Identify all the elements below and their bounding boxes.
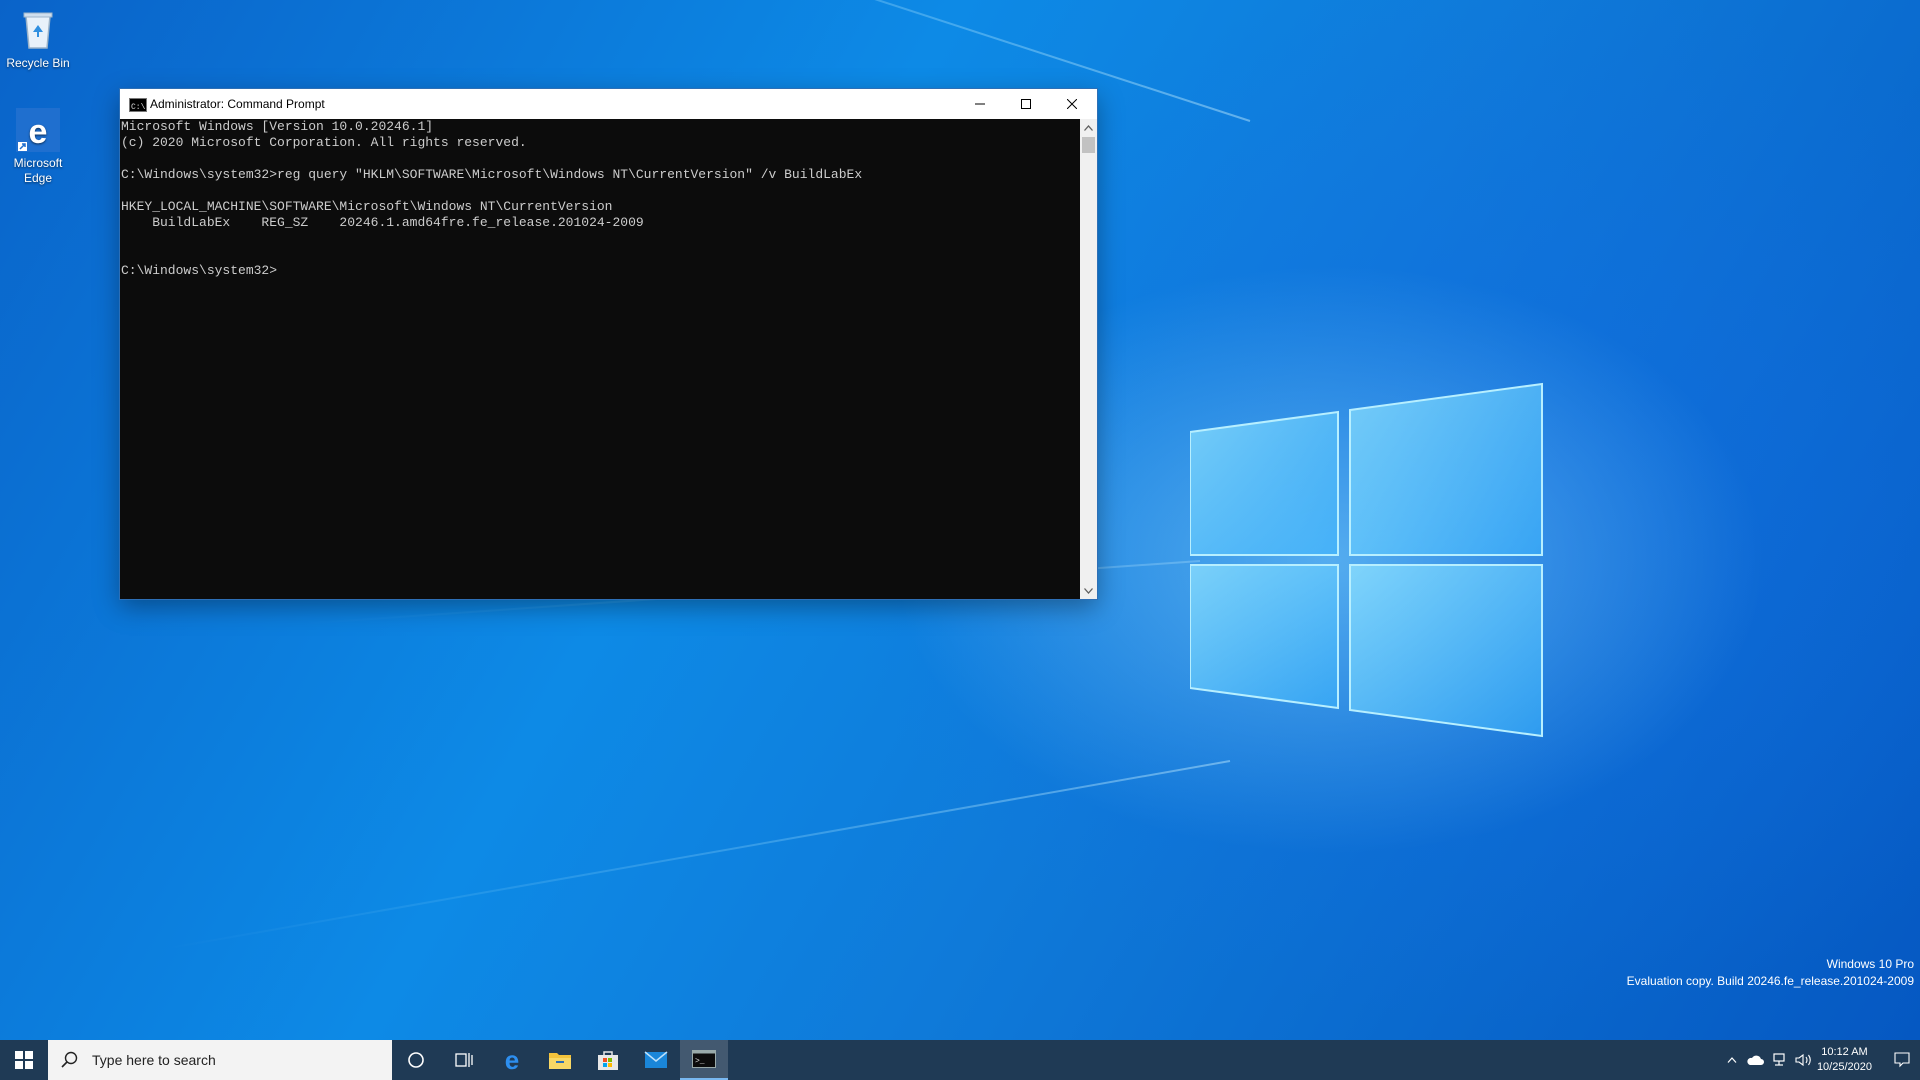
mail-icon xyxy=(644,1051,668,1068)
command-prompt-window[interactable]: C:\ Administrator: Command Prompt Micros… xyxy=(120,89,1097,599)
search-placeholder: Type here to search xyxy=(92,1052,216,1068)
scroll-up-button[interactable] xyxy=(1080,119,1097,136)
minimize-icon xyxy=(975,103,985,105)
windows-logo xyxy=(1190,382,1543,738)
taskbar-file-explorer-button[interactable] xyxy=(536,1040,584,1080)
desktop: Recycle Bin e Microsoft Edge C:\ Adminis… xyxy=(0,0,1920,1040)
close-icon xyxy=(1067,99,1077,109)
console-output[interactable]: Microsoft Windows [Version 10.0.20246.1]… xyxy=(120,119,1080,599)
network-button[interactable] xyxy=(1767,1040,1791,1080)
start-button[interactable] xyxy=(0,1040,48,1080)
cortana-icon xyxy=(408,1052,424,1068)
scroll-thumb[interactable] xyxy=(1082,137,1095,153)
svg-text:>_: >_ xyxy=(695,1057,705,1066)
onedrive-button[interactable] xyxy=(1743,1040,1767,1080)
speaker-icon xyxy=(1795,1053,1811,1067)
taskbar-clock[interactable]: 10:12 AM 10/25/2020 xyxy=(1817,1045,1872,1075)
desktop-icon-recycle-bin[interactable]: Recycle Bin xyxy=(0,8,76,71)
svg-text:e: e xyxy=(505,1048,519,1072)
search-icon xyxy=(61,1051,78,1068)
taskbar-edge-button[interactable]: e xyxy=(488,1040,536,1080)
taskbar-cortana-button[interactable] xyxy=(392,1040,440,1080)
maximize-icon xyxy=(1021,99,1031,109)
desktop-icon-label: Microsoft Edge xyxy=(13,156,63,185)
chevron-down-icon xyxy=(1084,587,1093,594)
maximize-button[interactable] xyxy=(1003,89,1049,119)
desktop-icon-label: Recycle Bin xyxy=(6,56,70,70)
command-prompt-icon: C:\ xyxy=(129,98,147,112)
watermark-build: Evaluation copy. Build 20246.fe_release.… xyxy=(1626,974,1914,988)
window-titlebar[interactable]: C:\ Administrator: Command Prompt xyxy=(120,89,1097,119)
network-icon xyxy=(1773,1053,1785,1066)
evaluation-watermark: Windows 10 Pro Evaluation copy. Build 20… xyxy=(1627,956,1914,990)
chevron-up-icon xyxy=(1727,1057,1737,1063)
edge-icon: e xyxy=(16,108,60,152)
taskbar-store-button[interactable] xyxy=(584,1040,632,1080)
windows-start-icon xyxy=(15,1051,33,1069)
desktop-icon-microsoft-edge[interactable]: e Microsoft Edge xyxy=(0,108,76,186)
recycle-bin-icon xyxy=(16,8,60,52)
svg-text:C:\: C:\ xyxy=(131,103,146,112)
chevron-up-icon xyxy=(1084,124,1093,131)
clock-date: 10/25/2020 xyxy=(1816,1061,1872,1073)
taskbar-task-view-button[interactable] xyxy=(440,1040,488,1080)
window-title: Administrator: Command Prompt xyxy=(150,97,325,111)
taskbar-command-prompt-button[interactable]: >_ xyxy=(680,1040,728,1080)
vertical-scrollbar[interactable] xyxy=(1080,119,1097,599)
file-explorer-icon xyxy=(549,1053,571,1069)
svg-text:e: e xyxy=(29,113,48,151)
taskbar: Type here to search e >_ 10:12 AM 10/25/… xyxy=(0,1040,1920,1080)
edge-icon: e xyxy=(505,1048,519,1072)
volume-button[interactable] xyxy=(1791,1040,1817,1080)
taskbar-search-box[interactable]: Type here to search xyxy=(48,1040,392,1080)
light-beam xyxy=(166,760,1231,950)
watermark-edition: Windows 10 Pro xyxy=(1826,957,1914,971)
scroll-down-button[interactable] xyxy=(1080,582,1097,599)
task-view-icon xyxy=(455,1053,473,1067)
cloud-icon xyxy=(1747,1055,1764,1065)
command-prompt-icon: >_ xyxy=(692,1050,716,1068)
system-tray: 10:12 AM 10/25/2020 xyxy=(1721,1040,1920,1080)
action-center-button[interactable] xyxy=(1884,1040,1920,1080)
console-text: Microsoft Windows [Version 10.0.20246.1]… xyxy=(121,119,863,278)
taskbar-mail-button[interactable] xyxy=(632,1040,680,1080)
clock-time: 10:12 AM xyxy=(1821,1046,1868,1058)
show-hidden-icons-button[interactable] xyxy=(1721,1040,1743,1080)
minimize-button[interactable] xyxy=(957,89,1003,119)
close-button[interactable] xyxy=(1049,89,1095,119)
store-icon xyxy=(598,1051,618,1070)
notification-icon xyxy=(1894,1052,1910,1068)
